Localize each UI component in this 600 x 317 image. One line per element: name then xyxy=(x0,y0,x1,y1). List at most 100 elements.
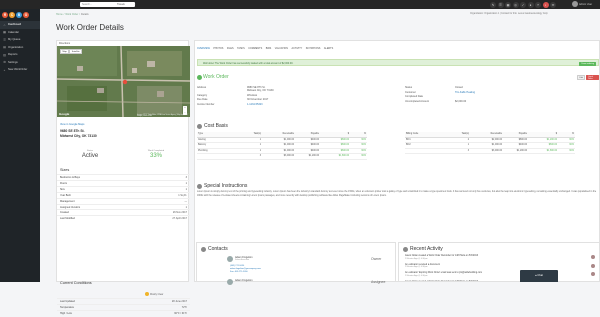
detail-row: Uncompleted Amount $2,000.00 xyxy=(405,99,467,103)
map-button[interactable]: Map xyxy=(60,49,70,54)
property-address: 9680 SE 8Th St. Midwest City, OK 73130 xyxy=(60,129,97,138)
avatar xyxy=(227,279,233,285)
building-icon: ▤ xyxy=(3,45,6,50)
done-ordering-button[interactable]: Done ordering xyxy=(579,61,596,66)
page-title: Work Order Details xyxy=(56,23,124,32)
app-logo-icon[interactable]: O xyxy=(23,12,29,18)
street-view-link[interactable]: View in Google Maps xyxy=(60,123,84,126)
condition-row: High / Low 90°F / 61°F xyxy=(57,309,190,316)
breadcrumb-current: Details xyxy=(80,13,89,16)
check-icon[interactable]: ✓ xyxy=(520,1,526,8)
top-bar: Search... Travels ⌕ ✎ ☰ ▦ ◎ ✓ ●? ♪ ✉ Admin User xyxy=(0,0,600,9)
map-type-toggle[interactable]: Map Satellite xyxy=(60,49,83,54)
sidebar-item-label: My Queue xyxy=(8,38,21,42)
organization-info: Organization: Organization 1 | Contact f… xyxy=(470,13,548,15)
tab-tasks[interactable]: TASKS xyxy=(237,47,245,50)
search-scope-select[interactable]: Travels xyxy=(117,2,125,7)
sidebar-item-label: Dashboard xyxy=(8,23,22,27)
status-stat: Status Active xyxy=(81,150,99,159)
list-icon[interactable]: ☰ xyxy=(497,1,504,8)
cost-basis-title: Cost Basis xyxy=(204,123,228,129)
detail-row: Address 9680 SE 8Th St. Midwest City, OK … xyxy=(197,86,274,92)
map-icon[interactable]: ◎ xyxy=(512,1,519,8)
sidebar-item-calendar[interactable]: ▦ Calendar xyxy=(0,29,40,37)
avatar xyxy=(227,256,233,262)
tab-invitations[interactable]: INVITATIONS xyxy=(306,47,321,50)
tab-overview[interactable]: OVERVIEW xyxy=(197,47,210,50)
sidebar-item-dashboard[interactable]: ⌂ Dashboard xyxy=(0,21,40,29)
user-icon[interactable]: ● xyxy=(527,1,534,8)
app-logo-icon[interactable]: B xyxy=(16,12,22,18)
satellite-button[interactable]: Satellite xyxy=(69,49,83,54)
queue-icon: ☰ xyxy=(3,37,6,42)
plus-icon: + xyxy=(3,67,6,72)
cost-basis-billing-table: Billing Code Task(s) Receivable Payable $% BO… xyxy=(405,132,575,154)
sidebar-item-my-queue[interactable]: ☰ My Queue xyxy=(0,36,40,44)
instructions-text: Lorem Ipsum is simply dummy text of the … xyxy=(197,191,597,197)
cost-basis-type-table: Type Task(s) Receivable Payable $% Glazing 1 $1… xyxy=(197,132,367,160)
app-logo-icon[interactable]: C xyxy=(9,12,15,18)
sidebar-item-label: New WorkOrder xyxy=(8,68,28,72)
contact-details[interactable]: (405) 271-5050 adam.fingelton@gocompany.… xyxy=(230,265,261,274)
tab-bids[interactable]: BIDS xyxy=(266,47,272,50)
activity-icon xyxy=(403,247,408,252)
work-order-icon xyxy=(197,75,202,80)
gear-icon: ⚙ xyxy=(3,60,6,65)
contacts-card: Contacts Adam Fingelton Sales Associate … xyxy=(196,242,396,285)
bell-icon[interactable]: ♪ xyxy=(542,1,549,8)
success-alert: Well done! The Work Order has successful… xyxy=(197,59,599,66)
home-icon: ⌂ xyxy=(3,22,6,27)
mail-icon[interactable]: ✉ xyxy=(550,1,556,8)
sidebar: RCBO ⌂ Dashboard ▦ Calendar ☰ My Queue ▤ Organi… xyxy=(0,9,40,282)
breadcrumb: Home / Work Order / Details xyxy=(56,13,89,16)
breadcrumb-home[interactable]: Home xyxy=(56,13,63,16)
zoom-control[interactable]: + − xyxy=(183,106,187,115)
tab-comments[interactable]: COMMENTS xyxy=(248,47,262,50)
chat-button[interactable]: ● Chat xyxy=(520,270,558,282)
table-row: 3 $3,000.00 $1,200.00 $1,800.00 60% xyxy=(197,154,367,160)
sidebar-item-organization[interactable]: ▤ Organization xyxy=(0,44,40,52)
instructions-title: Special Instructions xyxy=(204,183,248,189)
calendar-icon: ▦ xyxy=(3,30,6,35)
sidebar-item-new-workorder[interactable]: + New WorkOrder xyxy=(0,66,40,74)
activity-title: Recent Activity xyxy=(410,246,443,252)
avatar xyxy=(572,1,578,7)
sidebar-item-settings[interactable]: ⚙ Settings xyxy=(0,59,40,67)
contacts-icon xyxy=(201,247,206,252)
breadcrumb-section[interactable]: Work Order xyxy=(65,13,78,16)
property-map[interactable]: Map Satellite + − Google Imagery ©2017, D… xyxy=(57,46,190,117)
sizes-title: Sizes xyxy=(60,168,70,172)
activity-item[interactable]: An estimator 'Expiring Work Order' email… xyxy=(405,272,597,277)
edit-button[interactable]: Edit xyxy=(577,75,586,80)
edit-icon[interactable]: ✎ xyxy=(490,1,496,8)
sidebar-item-reports[interactable]: ▥ Reports xyxy=(0,51,40,59)
tab-valuation[interactable]: VALUATION xyxy=(275,47,288,50)
user-menu[interactable]: Admin User xyxy=(572,1,592,7)
quick-links-button[interactable]: Quick Links xyxy=(586,75,599,80)
tab-alerts[interactable]: ALERTS xyxy=(324,47,333,50)
recent-activity-card: Recent Activity Jason Nolan created a Wo… xyxy=(398,242,600,282)
tab-activity[interactable]: ACTIVITY xyxy=(291,47,302,50)
detail-row: Completed Date xyxy=(405,95,424,98)
activity-item[interactable]: Jason Nolan created a Work Order Reminde… xyxy=(405,255,597,260)
detail-row: Status Closed xyxy=(405,86,463,89)
detail-row: Customer Tim-Kaffe Heating xyxy=(405,90,476,94)
activity-item[interactable]: An estimator received a document 2 Minute… xyxy=(405,263,597,268)
work-order-title: Work Order xyxy=(203,74,229,80)
sidebar-item-label: Settings xyxy=(8,60,18,64)
search-input[interactable]: Search... xyxy=(80,2,135,7)
search-icon[interactable]: ⌕ xyxy=(133,2,138,7)
table-row: 3 $3,000.00 $1,200.00 $1,800.00 60% xyxy=(405,149,575,154)
work-completed-stat: Work Completed 33% xyxy=(147,150,165,159)
google-logo: Google xyxy=(59,112,70,116)
cost-basis-icon xyxy=(197,124,202,129)
calendar-icon[interactable]: ▦ xyxy=(505,1,511,8)
contacts-title: Contacts xyxy=(208,246,228,252)
avatar xyxy=(591,255,595,259)
user-name: Admin User xyxy=(579,2,593,6)
tab-files[interactable]: FILES xyxy=(227,47,234,50)
detail-row: Invoice Number 1-1234-55323 xyxy=(197,102,263,106)
app-logo-icon[interactable]: R xyxy=(2,12,8,18)
help-icon[interactable]: ? xyxy=(535,1,541,8)
tab-photos[interactable]: PHOTOS xyxy=(213,47,223,50)
